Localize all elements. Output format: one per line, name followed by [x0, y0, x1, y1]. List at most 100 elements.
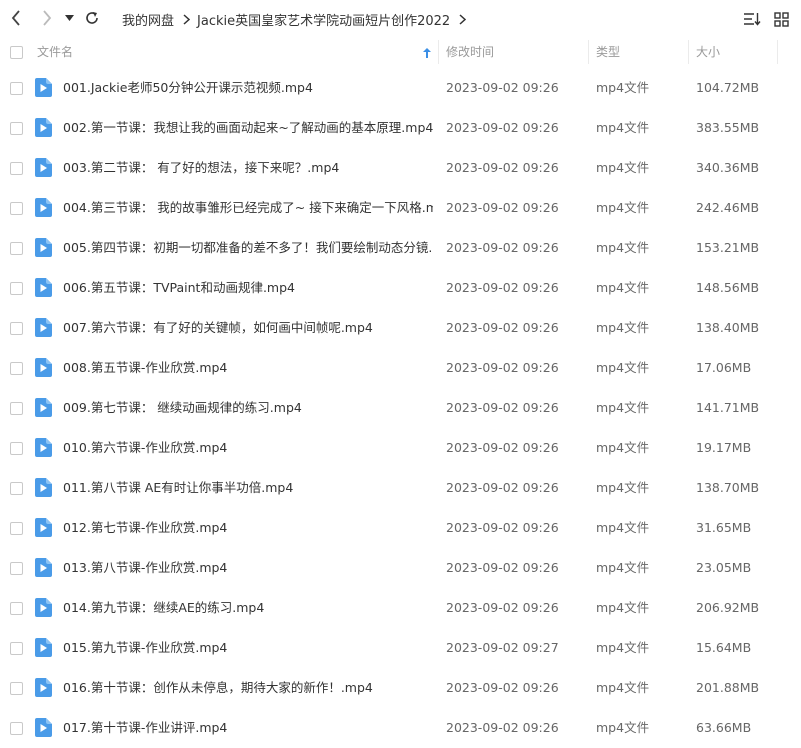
file-row[interactable]: 007.第六节课：有了好的关键帧，如何画中间帧呢.mp4 2023-09-02 0… — [0, 308, 801, 348]
file-size: 17.06MB — [696, 360, 752, 375]
forward-button[interactable] — [37, 8, 57, 28]
file-row[interactable]: 008.第五节课-作业欣赏.mp4 2023-09-02 09:26 mp4文件 17… — [0, 348, 801, 388]
file-modified: 2023-09-02 09:26 — [446, 680, 559, 695]
row-checkbox[interactable] — [10, 602, 23, 615]
video-file-icon — [35, 638, 52, 657]
row-checkbox[interactable] — [10, 162, 23, 175]
video-file-icon — [35, 398, 52, 417]
file-size: 153.21MB — [696, 240, 760, 255]
file-row[interactable]: 011.第八节课 AE有时让你事半功倍.mp4 2023-09-02 09:26 m… — [0, 468, 801, 508]
file-name[interactable]: 003.第二节课： 有了好的想法，接下来呢？.mp4 — [63, 148, 433, 188]
select-all-checkbox[interactable] — [10, 46, 23, 59]
file-modified: 2023-09-02 09:26 — [446, 480, 559, 495]
video-file-icon — [35, 318, 52, 337]
video-file-icon — [35, 118, 52, 137]
file-name[interactable]: 013.第八节课-作业欣赏.mp4 — [63, 548, 433, 588]
row-checkbox[interactable] — [10, 482, 23, 495]
file-row[interactable]: 001.Jackie老师50分钟公开课示范视频.mp4 2023-09-02 09… — [0, 68, 801, 108]
row-checkbox[interactable] — [10, 202, 23, 215]
row-checkbox[interactable] — [10, 522, 23, 535]
column-name[interactable]: 文件名 — [37, 36, 432, 68]
file-row[interactable]: 003.第二节课： 有了好的想法，接下来呢？.mp4 2023-09-02 09:… — [0, 148, 801, 188]
sort-button[interactable] — [742, 10, 762, 28]
file-name[interactable]: 002.第一节课：我想让我的画面动起来~了解动画的基本原理.mp4 — [63, 108, 433, 148]
file-row[interactable]: 002.第一节课：我想让我的画面动起来~了解动画的基本原理.mp4 2023-09… — [0, 108, 801, 148]
file-row[interactable]: 017.第十节课-作业讲评.mp4 2023-09-02 09:26 mp4文件 63… — [0, 708, 801, 748]
row-checkbox[interactable] — [10, 242, 23, 255]
file-size: 31.65MB — [696, 520, 752, 535]
video-file-icon — [35, 478, 52, 497]
row-checkbox[interactable] — [10, 562, 23, 575]
back-button[interactable] — [6, 8, 26, 28]
row-checkbox[interactable] — [10, 122, 23, 135]
file-name[interactable]: 007.第六节课：有了好的关键帧，如何画中间帧呢.mp4 — [63, 308, 433, 348]
file-name[interactable]: 008.第五节课-作业欣赏.mp4 — [63, 348, 433, 388]
row-checkbox[interactable] — [10, 722, 23, 735]
file-type: mp4文件 — [596, 480, 650, 495]
file-row[interactable]: 010.第六节课-作业欣赏.mp4 2023-09-02 09:26 mp4文件 19… — [0, 428, 801, 468]
file-name[interactable]: 009.第七节课： 继续动画规律的练习.mp4 — [63, 388, 433, 428]
file-type: mp4文件 — [596, 240, 650, 255]
file-size: 104.72MB — [696, 80, 760, 95]
row-checkbox[interactable] — [10, 642, 23, 655]
video-file-icon — [35, 718, 52, 737]
file-row[interactable]: 016.第十节课：创作从未停息，期待大家的新作！.mp4 2023-09-02 0… — [0, 668, 801, 708]
file-modified: 2023-09-02 09:26 — [446, 80, 559, 95]
breadcrumb: 我的网盘 Jackie英国皇家艺术学院动画短片创作2022 — [122, 10, 473, 29]
file-row[interactable]: 015.第九节课-作业欣赏.mp4 2023-09-02 09:27 mp4文件 15… — [0, 628, 801, 668]
file-row[interactable]: 005.第四节课：初期一切都准备的差不多了！我们要绘制动态分镜... 2023-0… — [0, 228, 801, 268]
grid-view-icon — [773, 11, 789, 27]
file-type: mp4文件 — [596, 680, 650, 695]
breadcrumb-item-root[interactable]: 我的网盘 — [122, 10, 174, 29]
file-size: 63.66MB — [696, 720, 752, 735]
column-modified[interactable]: 修改时间 — [446, 36, 494, 68]
column-divider — [438, 40, 439, 64]
file-row[interactable]: 012.第七节课-作业欣赏.mp4 2023-09-02 09:26 mp4文件 31… — [0, 508, 801, 548]
grid-view-button[interactable] — [771, 10, 791, 28]
file-name[interactable]: 005.第四节课：初期一切都准备的差不多了！我们要绘制动态分镜... — [63, 228, 433, 268]
file-size: 23.05MB — [696, 560, 752, 575]
file-type: mp4文件 — [596, 280, 650, 295]
row-checkbox[interactable] — [10, 282, 23, 295]
file-name[interactable]: 010.第六节课-作业欣赏.mp4 — [63, 428, 433, 468]
file-modified: 2023-09-02 09:26 — [446, 520, 559, 535]
file-name[interactable]: 016.第十节课：创作从未停息，期待大家的新作！.mp4 — [63, 668, 433, 708]
file-type: mp4文件 — [596, 120, 650, 135]
file-row[interactable]: 006.第五节课：TVPaint和动画规律.mp4 2023-09-02 09:2… — [0, 268, 801, 308]
file-name[interactable]: 011.第八节课 AE有时让你事半功倍.mp4 — [63, 468, 433, 508]
file-modified: 2023-09-02 09:26 — [446, 600, 559, 615]
row-checkbox[interactable] — [10, 442, 23, 455]
file-name[interactable]: 014.第九节课：继续AE的练习.mp4 — [63, 588, 433, 628]
sort-asc-icon — [423, 47, 431, 61]
file-name[interactable]: 015.第九节课-作业欣赏.mp4 — [63, 628, 433, 668]
column-size[interactable]: 大小 — [696, 36, 720, 68]
file-type: mp4文件 — [596, 360, 650, 375]
file-name[interactable]: 001.Jackie老师50分钟公开课示范视频.mp4 — [63, 68, 433, 108]
chevron-right-icon — [459, 14, 467, 25]
column-type[interactable]: 类型 — [596, 36, 620, 68]
file-name[interactable]: 006.第五节课：TVPaint和动画规律.mp4 — [63, 268, 433, 308]
video-file-icon — [35, 558, 52, 577]
file-name[interactable]: 004.第三节课： 我的故事雏形已经完成了~ 接下来确定一下风格.m... — [63, 188, 433, 228]
file-size: 19.17MB — [696, 440, 752, 455]
video-file-icon — [35, 158, 52, 177]
history-dropdown-button[interactable] — [61, 8, 77, 28]
row-checkbox[interactable] — [10, 322, 23, 335]
row-checkbox[interactable] — [10, 682, 23, 695]
breadcrumb-item-folder[interactable]: Jackie英国皇家艺术学院动画短片创作2022 — [197, 10, 450, 29]
file-row[interactable]: 009.第七节课： 继续动画规律的练习.mp4 2023-09-02 09:26 m… — [0, 388, 801, 428]
refresh-button[interactable] — [82, 8, 102, 28]
file-row[interactable]: 014.第九节课：继续AE的练习.mp4 2023-09-02 09:26 mp4文… — [0, 588, 801, 628]
toolbar: 我的网盘 Jackie英国皇家艺术学院动画短片创作2022 — [0, 0, 801, 36]
video-file-icon — [35, 278, 52, 297]
refresh-icon — [86, 12, 98, 24]
file-name[interactable]: 017.第十节课-作业讲评.mp4 — [63, 708, 433, 748]
row-checkbox[interactable] — [10, 402, 23, 415]
file-size: 138.40MB — [696, 320, 760, 335]
row-checkbox[interactable] — [10, 82, 23, 95]
file-row[interactable]: 013.第八节课-作业欣赏.mp4 2023-09-02 09:26 mp4文件 23… — [0, 548, 801, 588]
video-file-icon — [35, 598, 52, 617]
row-checkbox[interactable] — [10, 362, 23, 375]
file-name[interactable]: 012.第七节课-作业欣赏.mp4 — [63, 508, 433, 548]
file-row[interactable]: 004.第三节课： 我的故事雏形已经完成了~ 接下来确定一下风格.m... 202… — [0, 188, 801, 228]
